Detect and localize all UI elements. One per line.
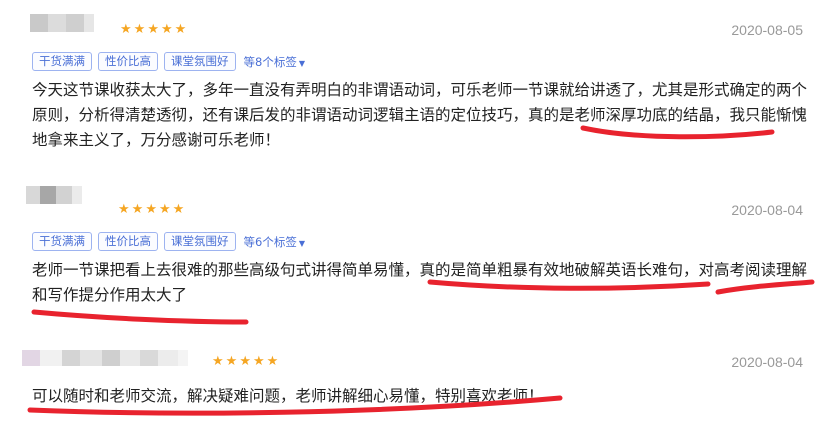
more-tags-toggle[interactable]: 等6个标签 ▼ <box>244 234 305 250</box>
star-icon: ★ <box>172 202 185 217</box>
tag-chip[interactable]: 性价比高 <box>98 232 158 251</box>
star-icon: ★ <box>252 354 265 369</box>
caret-down-icon: ▼ <box>298 238 305 248</box>
review-date: 2020-08-04 <box>731 354 803 370</box>
review-text: 今天这节课收获太大了，多年一直没有弄明白的非谓语动词，可乐老师一节课就给讲透了，… <box>32 81 808 149</box>
tag-chip[interactable]: 课堂氛围好 <box>164 232 236 251</box>
star-icon: ★ <box>266 354 279 369</box>
review-item: ★ ★ ★ ★ ★ 2020-08-04 可以随时和老师交流，解决疑难问题，老师… <box>0 340 839 429</box>
rating-stars: ★ ★ ★ ★ ★ <box>118 202 184 218</box>
star-icon: ★ <box>145 202 157 217</box>
rating-stars: ★ ★ ★ ★ ★ <box>212 354 278 370</box>
star-icon: ★ <box>225 354 238 369</box>
star-icon: ★ <box>158 202 171 217</box>
tag-chip[interactable]: 干货满满 <box>32 232 92 251</box>
star-icon: ★ <box>120 22 132 37</box>
blurred-avatar <box>22 350 188 366</box>
more-tags-toggle[interactable]: 等8个标签 ▼ <box>244 54 305 70</box>
star-icon: ★ <box>174 22 187 37</box>
review-date: 2020-08-04 <box>731 202 803 218</box>
star-icon: ★ <box>131 202 144 217</box>
tag-chip[interactable]: 性价比高 <box>98 52 158 71</box>
star-icon: ★ <box>239 354 251 369</box>
more-tags-label: 等8个标签 <box>243 54 297 69</box>
tag-list: 干货满满 性价比高 课堂氛围好 等6个标签 ▼ <box>32 232 305 251</box>
star-icon: ★ <box>118 202 130 217</box>
star-icon: ★ <box>212 354 224 369</box>
tag-chip[interactable]: 干货满满 <box>32 52 92 71</box>
star-icon: ★ <box>160 22 173 37</box>
rating-stars: ★ ★ ★ ★ ★ <box>120 22 186 38</box>
review-item: ★ ★ ★ ★ ★ 2020-08-05 干货满满 性价比高 课堂氛围好 等8个… <box>0 0 839 170</box>
tag-chip[interactable]: 课堂氛围好 <box>164 52 236 71</box>
caret-down-icon: ▼ <box>298 58 305 68</box>
review-text: 老师一节课把看上去很难的那些高级句式讲得简单易懂，真的是简单粗暴有效地破解英语长… <box>32 261 808 304</box>
blurred-avatar <box>26 186 82 204</box>
star-icon: ★ <box>133 22 146 37</box>
star-icon: ★ <box>147 22 159 37</box>
review-item: ★ ★ ★ ★ ★ 2020-08-04 干货满满 性价比高 课堂氛围好 等6个… <box>0 184 839 334</box>
review-date: 2020-08-05 <box>731 22 803 38</box>
more-tags-label: 等6个标签 <box>243 234 297 249</box>
review-text: 可以随时和老师交流，解决疑难问题，老师讲解细心易懂，特别喜欢老师！ <box>32 387 544 405</box>
tag-list: 干货满满 性价比高 课堂氛围好 等8个标签 ▼ <box>32 52 305 71</box>
blurred-avatar <box>30 14 94 32</box>
